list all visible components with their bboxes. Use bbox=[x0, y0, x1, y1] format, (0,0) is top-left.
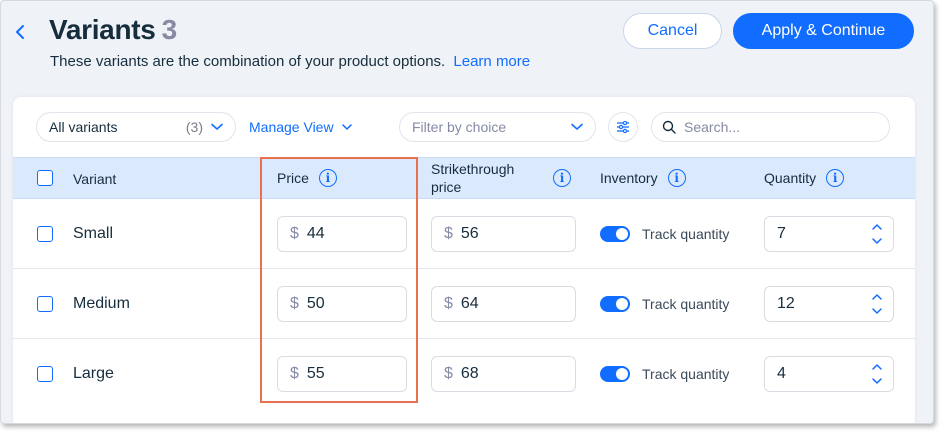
price-value: 50 bbox=[306, 295, 325, 312]
strikethrough-price-input[interactable]: $ 68 bbox=[431, 356, 576, 392]
quantity-input[interactable]: 7 bbox=[764, 216, 894, 252]
row-checkbox[interactable] bbox=[37, 226, 53, 242]
price-input[interactable]: $ 55 bbox=[277, 356, 407, 392]
track-quantity-label: Track quantity bbox=[642, 296, 730, 312]
currency-symbol: $ bbox=[444, 225, 453, 242]
table-row: Large $ 55 $ 68 Track quantity 4 bbox=[13, 339, 915, 409]
quantity-stepper[interactable] bbox=[871, 293, 883, 315]
chevron-up-icon bbox=[872, 294, 882, 300]
chevron-down-icon bbox=[571, 123, 583, 130]
quantity-stepper[interactable] bbox=[871, 363, 883, 385]
variant-name: Small bbox=[73, 225, 114, 242]
variants-dropdown-count: (3) bbox=[185, 119, 203, 135]
track-quantity-toggle[interactable] bbox=[600, 226, 630, 242]
strikethrough-price-value: 56 bbox=[460, 225, 479, 242]
variants-dropdown-label: All variants bbox=[49, 119, 118, 135]
price-value: 55 bbox=[306, 365, 325, 382]
chevron-down-icon bbox=[872, 308, 882, 314]
row-checkbox[interactable] bbox=[37, 296, 53, 312]
column-header-strikethrough-label: Strikethrough price bbox=[431, 160, 549, 196]
table-toolbar: All variants (3) Manage View Filter by c… bbox=[13, 97, 915, 157]
column-header-price-label: Price bbox=[277, 170, 309, 186]
strikethrough-info-icon[interactable]: i bbox=[553, 169, 571, 187]
table-header: Variant Price i Strikethrough price i In… bbox=[13, 157, 915, 199]
column-header-quantity: Quantity i bbox=[764, 169, 845, 187]
variants-dropdown[interactable]: All variants (3) bbox=[36, 112, 236, 142]
learn-more-link[interactable]: Learn more bbox=[453, 53, 530, 70]
quantity-input[interactable]: 12 bbox=[764, 286, 894, 322]
column-header-inventory: Inventory i bbox=[600, 169, 686, 187]
track-quantity-toggle[interactable] bbox=[600, 296, 630, 312]
strikethrough-label-line1: Strikethrough bbox=[431, 161, 515, 177]
quantity-value: 12 bbox=[777, 295, 795, 312]
currency-symbol: $ bbox=[290, 225, 299, 242]
chevron-up-icon bbox=[872, 364, 882, 370]
column-header-strikethrough: Strikethrough price i bbox=[431, 161, 571, 195]
manage-view-button[interactable]: Manage View bbox=[249, 119, 352, 135]
chevron-left-icon bbox=[16, 25, 24, 39]
variants-panel: All variants (3) Manage View Filter by c… bbox=[13, 97, 915, 423]
column-header-price: Price i bbox=[277, 169, 337, 187]
price-value: 44 bbox=[306, 225, 325, 242]
row-checkbox[interactable] bbox=[37, 366, 53, 382]
toggle-knob bbox=[616, 228, 628, 240]
track-quantity-label: Track quantity bbox=[642, 226, 730, 242]
quantity-stepper[interactable] bbox=[871, 223, 883, 245]
strikethrough-price-input[interactable]: $ 64 bbox=[431, 286, 576, 322]
quantity-value: 4 bbox=[777, 365, 786, 382]
apply-continue-button[interactable]: Apply & Continue bbox=[733, 13, 914, 49]
subtitle-text: These variants are the combination of yo… bbox=[50, 53, 446, 70]
sliders-icon bbox=[617, 121, 629, 133]
toggle-knob bbox=[616, 368, 628, 380]
strikethrough-price-value: 64 bbox=[460, 295, 479, 312]
chevron-down-icon bbox=[211, 123, 223, 130]
search-icon bbox=[662, 120, 676, 134]
page-title-text: Variants bbox=[49, 14, 156, 45]
chevron-down-icon bbox=[341, 123, 352, 130]
strikethrough-label-line2: price bbox=[431, 179, 462, 195]
filter-settings-button[interactable] bbox=[608, 112, 638, 142]
currency-symbol: $ bbox=[290, 295, 299, 312]
column-header-quantity-label: Quantity bbox=[764, 170, 817, 186]
track-quantity-label: Track quantity bbox=[642, 366, 730, 382]
variant-count: 3 bbox=[161, 14, 178, 45]
filter-by-choice-dropdown[interactable]: Filter by choice bbox=[399, 112, 596, 142]
search-input[interactable] bbox=[684, 119, 874, 135]
chevron-down-icon bbox=[872, 378, 882, 384]
chevron-up-icon bbox=[872, 224, 882, 230]
select-all-checkbox[interactable] bbox=[37, 170, 53, 186]
inventory-info-icon[interactable]: i bbox=[667, 169, 686, 187]
page-subtitle: These variants are the combination of yo… bbox=[50, 53, 530, 70]
strikethrough-price-input[interactable]: $ 56 bbox=[431, 216, 576, 252]
chevron-down-icon bbox=[872, 238, 882, 244]
variant-name: Medium bbox=[73, 295, 130, 312]
column-header-variant: Variant bbox=[73, 171, 117, 187]
currency-symbol: $ bbox=[444, 295, 453, 312]
toggle-knob bbox=[616, 298, 628, 310]
back-button[interactable] bbox=[10, 20, 30, 44]
price-input[interactable]: $ 44 bbox=[277, 216, 407, 252]
quantity-value: 7 bbox=[777, 225, 786, 242]
table-row: Medium $ 50 $ 64 Track quantity 12 bbox=[13, 269, 915, 339]
currency-symbol: $ bbox=[444, 365, 453, 382]
currency-symbol: $ bbox=[290, 365, 299, 382]
quantity-input[interactable]: 4 bbox=[764, 356, 894, 392]
filter-placeholder: Filter by choice bbox=[412, 119, 507, 135]
cancel-button[interactable]: Cancel bbox=[623, 13, 722, 49]
column-header-inventory-label: Inventory bbox=[600, 170, 658, 186]
price-input[interactable]: $ 50 bbox=[277, 286, 407, 322]
table-row: Small $ 44 $ 56 Track quantity 7 bbox=[13, 199, 915, 269]
price-info-icon[interactable]: i bbox=[318, 169, 337, 187]
track-quantity-toggle[interactable] bbox=[600, 366, 630, 382]
search-box bbox=[651, 112, 890, 142]
quantity-info-icon[interactable]: i bbox=[826, 169, 845, 187]
manage-view-label: Manage View bbox=[249, 119, 334, 135]
page-title: Variants 3 bbox=[49, 14, 177, 46]
variants-page: Variants 3 These variants are the combina… bbox=[0, 0, 934, 424]
variant-name: Large bbox=[73, 365, 114, 382]
strikethrough-price-value: 68 bbox=[460, 365, 479, 382]
